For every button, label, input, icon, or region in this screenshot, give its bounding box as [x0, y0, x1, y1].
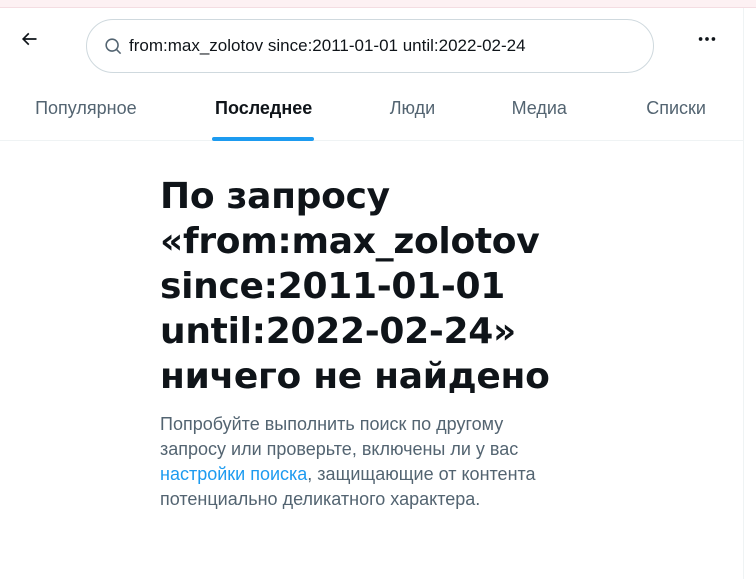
search-box[interactable] [86, 19, 654, 73]
back-button[interactable] [11, 23, 47, 59]
tab-label: Списки [646, 98, 706, 118]
tab-label: Медиа [511, 98, 567, 118]
active-tab-indicator [211, 137, 314, 141]
tab-label: Люди [389, 98, 436, 118]
tab-popular[interactable]: Популярное [0, 84, 172, 141]
more-dots-icon [696, 28, 718, 55]
top-strip [0, 0, 756, 8]
empty-description: Попробуйте выполнить поиск по другому за… [160, 412, 560, 512]
empty-title-line: ничего не найдено [160, 356, 550, 397]
more-button[interactable] [689, 23, 725, 59]
tab-label: Популярное [35, 98, 137, 118]
search-input[interactable] [129, 36, 629, 56]
tab-people[interactable]: Люди [356, 84, 470, 141]
empty-state: По запросу «from:max_zolotov since:2011-… [160, 174, 580, 512]
empty-title-line: until:2022-02-24» [160, 311, 516, 352]
tab-media[interactable]: Медиа [469, 84, 609, 141]
empty-title: По запросу «from:max_zolotov since:2011-… [160, 174, 580, 399]
empty-desc-text: Попробуйте выполнить поиск по другому за… [160, 414, 519, 459]
tab-label: Последнее [215, 98, 313, 118]
empty-title-line: «from:max_zolotov [160, 221, 540, 262]
tab-lists[interactable]: Списки [609, 84, 743, 141]
magnifier-icon [103, 36, 123, 56]
search-settings-link[interactable]: настройки поиска [160, 464, 307, 484]
empty-title-line: since:2011-01-01 [160, 266, 506, 307]
page: Популярное Последнее Люди Медиа Списки П… [0, 0, 756, 579]
tab-latest[interactable]: Последнее [172, 84, 356, 141]
arrow-left-icon [19, 29, 39, 54]
empty-title-line: По запросу [160, 176, 390, 217]
search-header [0, 8, 743, 84]
search-tabs: Популярное Последнее Люди Медиа Списки [0, 84, 743, 141]
